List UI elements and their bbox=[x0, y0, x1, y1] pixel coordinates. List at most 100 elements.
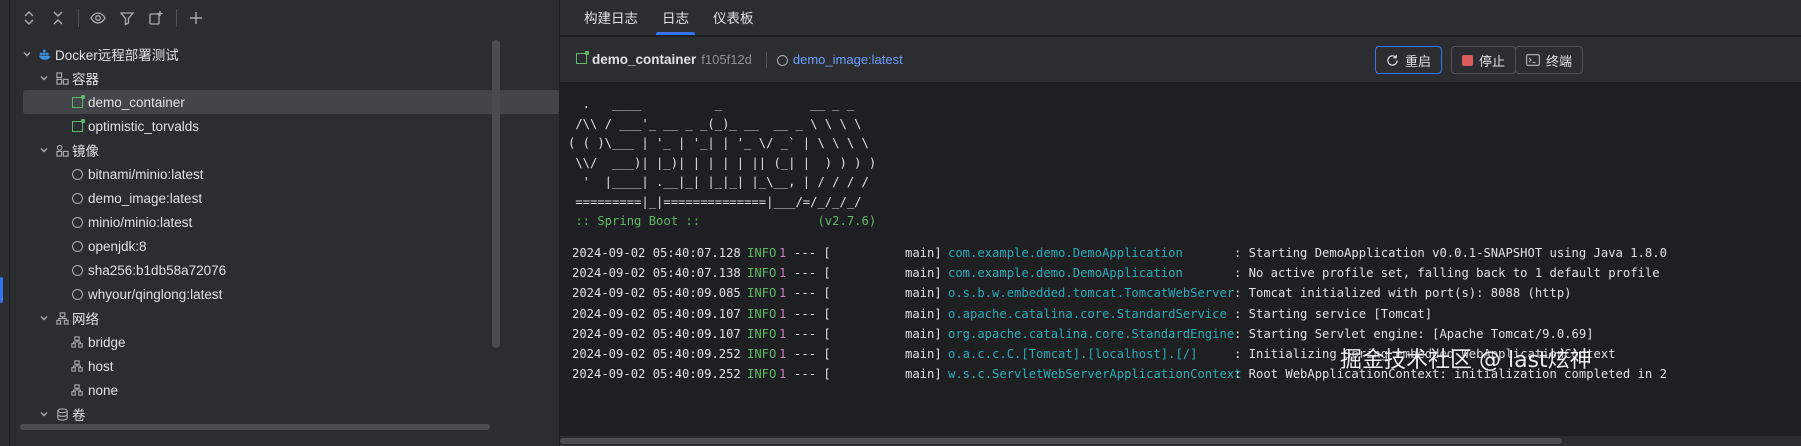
log-timestamp: 2024-09-02 05:40:09.252 bbox=[572, 347, 741, 361]
plus-icon[interactable] bbox=[183, 5, 209, 31]
spring-boot-version-line: :: Spring Boot :: (v2.7.6) bbox=[568, 214, 877, 228]
watermark: 掘金技术社区 @ last炫神 bbox=[1340, 348, 1592, 373]
log-timestamp: 2024-09-02 05:40:09.252 bbox=[572, 367, 741, 382]
tab-build-log[interactable]: 构建日志 bbox=[572, 0, 650, 35]
log-level: INFO bbox=[747, 246, 777, 260]
network-icon bbox=[70, 335, 84, 349]
restart-button[interactable]: 重启 bbox=[1375, 46, 1443, 74]
stop-button[interactable]: 停止 bbox=[1451, 46, 1517, 74]
network-icon bbox=[70, 383, 84, 397]
tree-item-image[interactable]: minio/minio:latest bbox=[10, 210, 556, 234]
tab-dashboard[interactable]: 仪表板 bbox=[701, 0, 766, 35]
log-line: 2024-09-02 05:40:09.107 INFO 1 --- [main] or… bbox=[572, 327, 1801, 346]
log-console[interactable]: . ____ _ __ _ _ /\\ / ___'_ __ _ _(_)_ _… bbox=[560, 84, 1801, 446]
log-message: : No active profile set, falling back to… bbox=[1234, 266, 1660, 281]
chevron-down-icon[interactable] bbox=[20, 47, 34, 61]
volumes-icon bbox=[55, 407, 69, 421]
container-running-icon bbox=[576, 51, 589, 67]
tree-group-images[interactable]: 镜像 bbox=[10, 138, 556, 162]
log-level: INFO bbox=[747, 266, 777, 281]
image-icon bbox=[70, 287, 84, 301]
log-logger: w.s.c.ServletWebServerApplicationContext bbox=[948, 367, 1242, 382]
log-separator: --- [ bbox=[794, 286, 831, 301]
tree-item-image[interactable]: bitnami/minio:latest bbox=[10, 162, 556, 186]
tree-item-network[interactable]: none bbox=[10, 378, 556, 402]
log-thread: main] bbox=[905, 367, 942, 382]
log-separator: --- [ bbox=[794, 326, 831, 341]
network-label: bridge bbox=[88, 334, 126, 350]
log-line: 2024-09-02 05:40:09.252 INFO 1 --- [main] o.… bbox=[572, 347, 1801, 366]
containers-group-label: 容器 bbox=[72, 72, 99, 87]
images-icon bbox=[55, 143, 69, 157]
toolbar-separator bbox=[78, 9, 79, 27]
tree-item-network[interactable]: host bbox=[10, 354, 556, 378]
log-logger: com.example.demo.DemoApplication bbox=[948, 246, 1183, 260]
new-group-icon[interactable] bbox=[143, 5, 169, 31]
log-level: INFO bbox=[747, 347, 777, 361]
tree-item-container[interactable]: optimistic_torvalds bbox=[10, 114, 556, 138]
log-message: : Starting service [Tomcat] bbox=[1234, 306, 1433, 321]
log-separator: --- [ bbox=[794, 367, 831, 382]
log-pid: 1 bbox=[779, 266, 787, 281]
tree-group-networks[interactable]: 网络 bbox=[10, 306, 556, 330]
banner-line: \\/ ___)| |_)| | | | | || (_| | ) ) ) ) bbox=[568, 155, 877, 170]
images-group-label: 镜像 bbox=[72, 144, 99, 159]
tree-vertical-scrollbar[interactable] bbox=[492, 40, 500, 348]
restart-label: 重启 bbox=[1405, 53, 1432, 69]
container-running-icon bbox=[70, 94, 85, 109]
network-icon bbox=[70, 359, 84, 373]
container-name: demo_container bbox=[592, 52, 697, 67]
expand-all-icon[interactable] bbox=[16, 5, 42, 31]
console-scroll-thumb[interactable] bbox=[560, 438, 1562, 444]
log-separator: --- [ bbox=[794, 347, 831, 361]
networks-group-label: 网络 bbox=[72, 312, 99, 327]
tree-group-volumes[interactable]: 卷 bbox=[10, 402, 556, 426]
log-thread: main] bbox=[905, 286, 942, 301]
tab-log[interactable]: 日志 bbox=[650, 0, 701, 35]
banner-line: /\\ / ___'_ __ _ _(_)_ __ __ _ \ \ \ \ bbox=[568, 116, 862, 131]
image-label: minio/minio:latest bbox=[88, 214, 193, 230]
chevron-down-icon[interactable] bbox=[37, 311, 51, 325]
tree-item-image[interactable]: demo_image:latest bbox=[10, 186, 556, 210]
chevron-down-icon[interactable] bbox=[37, 407, 51, 421]
tree-root-docker[interactable]: Docker远程部署测试 bbox=[10, 42, 556, 66]
filter-icon[interactable] bbox=[114, 5, 140, 31]
chevron-down-icon[interactable] bbox=[37, 143, 51, 157]
log-line: 2024-09-02 05:40:07.128 INFO 1 --- [main] co… bbox=[572, 246, 1801, 265]
image-label: whyour/qinglong:latest bbox=[88, 286, 223, 302]
log-timestamp: 2024-09-02 05:40:09.107 bbox=[572, 326, 741, 341]
log-pid: 1 bbox=[779, 347, 787, 361]
log-line: 2024-09-02 05:40:07.138 INFO 1 --- [main] co… bbox=[572, 266, 1801, 285]
terminal-button[interactable]: 终端 bbox=[1515, 46, 1584, 74]
eye-icon[interactable] bbox=[85, 5, 111, 31]
console-horizontal-scrollbar[interactable] bbox=[560, 436, 1801, 446]
log-level: INFO bbox=[747, 326, 777, 341]
banner-line: . ____ _ __ _ _ bbox=[568, 97, 855, 111]
tree-group-containers[interactable]: 容器 bbox=[10, 66, 556, 90]
tree-item-container[interactable]: demo_container bbox=[23, 90, 559, 114]
stop-label: 停止 bbox=[1479, 53, 1506, 69]
log-logger: com.example.demo.DemoApplication bbox=[948, 266, 1183, 281]
tree-item-image[interactable]: whyour/qinglong:latest bbox=[10, 282, 556, 306]
log-pid: 1 bbox=[779, 306, 787, 321]
tree-horizontal-scrollbar[interactable] bbox=[20, 424, 490, 430]
chevron-down-icon[interactable] bbox=[37, 71, 51, 85]
log-timestamp: 2024-09-02 05:40:09.085 bbox=[572, 286, 741, 301]
log-timestamp: 2024-09-02 05:40:09.107 bbox=[572, 306, 741, 321]
log-level: INFO bbox=[747, 367, 777, 382]
log-separator: --- [ bbox=[794, 246, 831, 260]
tree-root-label: Docker远程部署测试 bbox=[55, 48, 179, 63]
tree-item-image[interactable]: openjdk:8 bbox=[10, 234, 556, 258]
image-label: openjdk:8 bbox=[88, 238, 147, 254]
collapse-all-icon[interactable] bbox=[45, 5, 71, 31]
tree-item-image[interactable]: sha256:b1db58a72076 bbox=[10, 258, 556, 282]
services-toolbar bbox=[10, 0, 559, 36]
tree-item-network[interactable]: bridge bbox=[10, 330, 556, 354]
container-label: optimistic_torvalds bbox=[88, 118, 200, 134]
log-line: 2024-09-02 05:40:09.252 INFO 1 --- [main] w.… bbox=[572, 367, 1801, 386]
toolbar-separator bbox=[176, 9, 177, 27]
log-level: INFO bbox=[747, 306, 777, 321]
log-thread: main] bbox=[905, 246, 942, 260]
image-link[interactable]: demo_image:latest bbox=[793, 52, 903, 67]
networks-icon bbox=[55, 311, 69, 325]
